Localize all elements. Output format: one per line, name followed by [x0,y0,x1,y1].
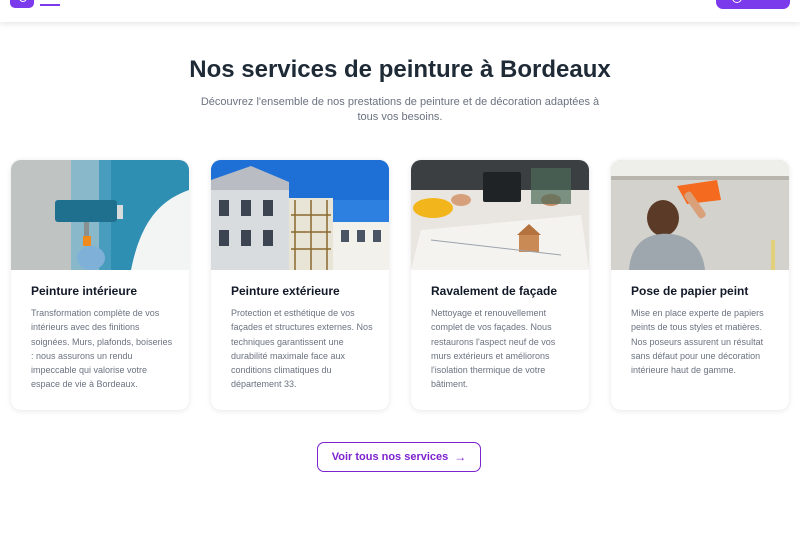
service-description: Mise en place experte de papiers peints … [631,308,764,376]
service-image-interior-painting [11,160,189,270]
service-image-exterior-painting [211,160,389,270]
service-title: Peinture intérieure [31,284,138,298]
service-card-wallpaper[interactable]: Pose de papier peint Mise en place exper… [611,160,789,410]
view-all-services-button[interactable]: Voir tous nos services → [317,442,481,472]
logo-icon [19,0,27,2]
service-card-exterior[interactable]: Peinture extérieure Protection et esthét… [211,160,389,410]
service-title: Peinture extérieure [231,284,340,298]
logo[interactable] [10,0,34,8]
service-image-facade-renovation [411,160,589,270]
section-title: Nos services de peinture à Bordeaux [189,56,611,83]
service-description: Nettoyage et renouvellement complet de v… [431,308,556,390]
service-card-interior[interactable]: Peinture intérieure Transformation compl… [11,160,189,410]
header-cta-button[interactable] [716,0,790,9]
section-subtitle: Découvrez l'ensemble de nos prestations … [200,96,600,123]
service-image-wallpaper [611,160,789,270]
site-header [0,0,800,22]
phone-icon [732,0,742,3]
service-title: Ravalement de façade [431,284,558,298]
view-all-services-label: Voir tous nos services [331,451,449,463]
service-card-facade[interactable]: Ravalement de façade Nettoyage et renouv… [411,160,589,410]
service-title: Pose de papier peint [631,284,749,298]
service-description: Protection et esthétique de vos façades … [231,308,373,390]
service-description: Transformation complète de vos intérieur… [31,308,173,390]
arrow-right-icon: → [454,450,467,464]
nav-active-indicator [40,4,60,6]
